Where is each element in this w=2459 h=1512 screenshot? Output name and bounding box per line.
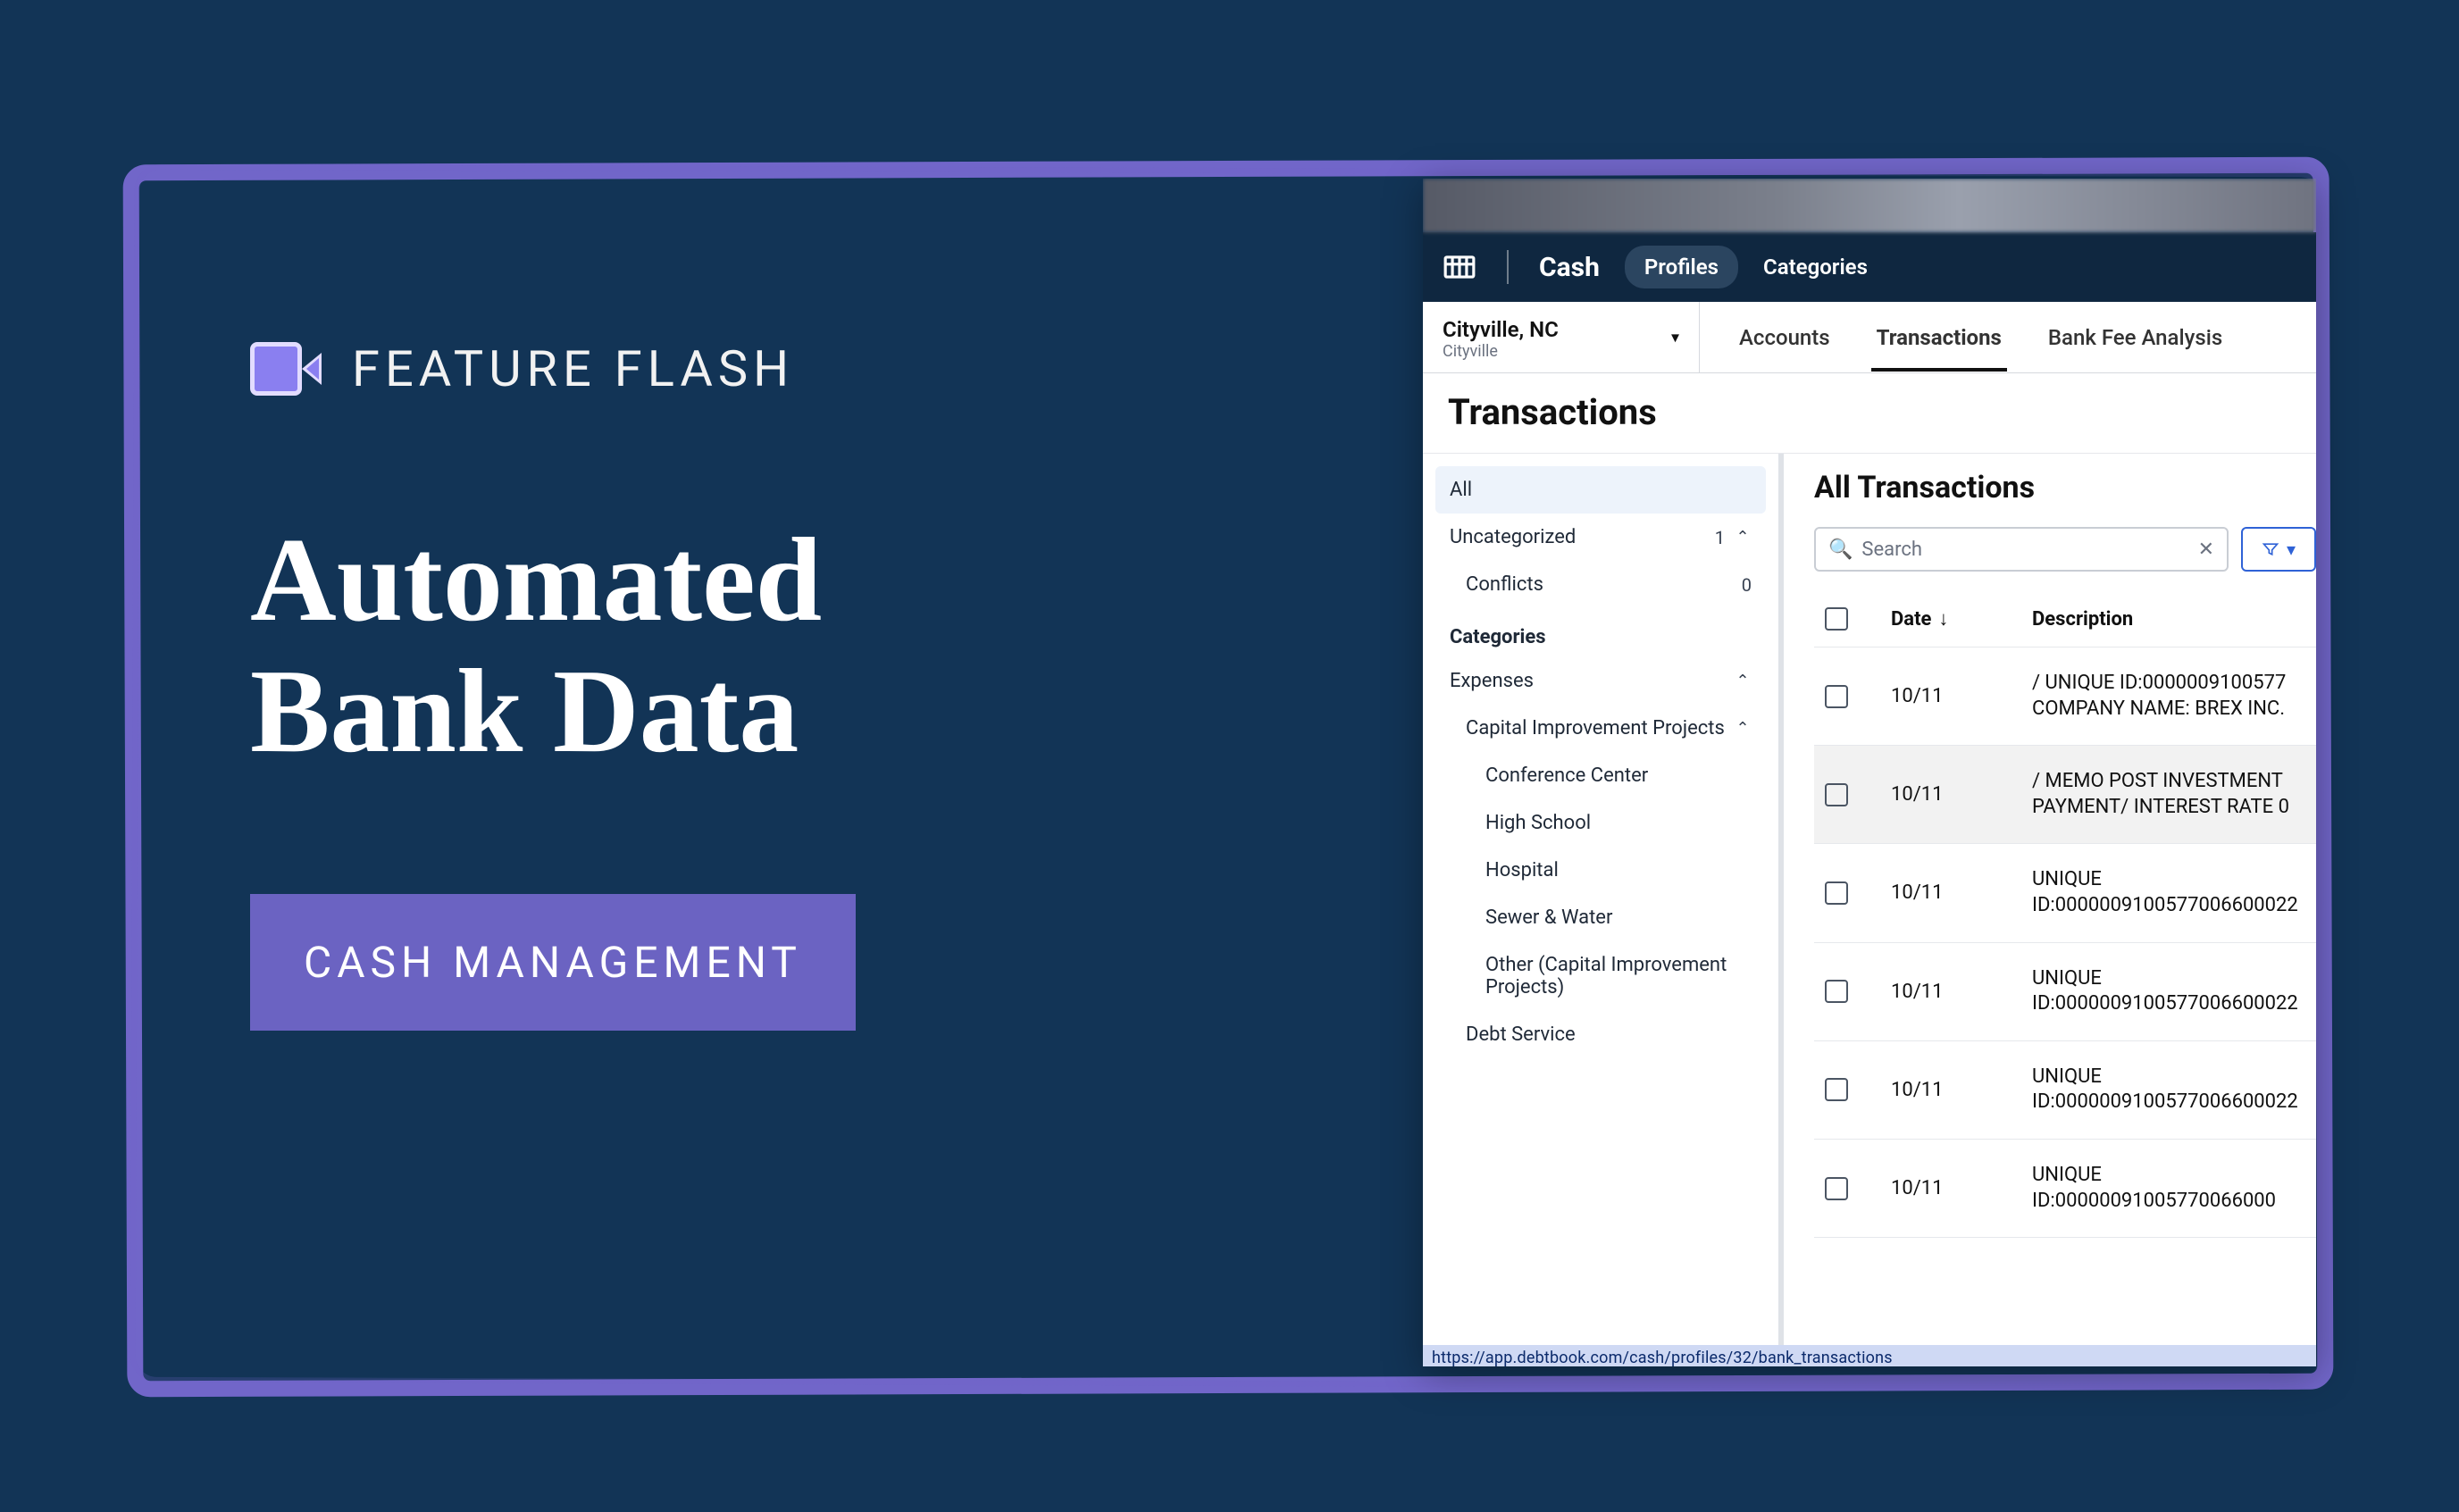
video-icon: [250, 342, 322, 396]
search-icon: 🔍: [1828, 539, 1853, 561]
eyebrow-text: FEATURE FLASH: [352, 339, 794, 398]
caret-down-icon: ▾: [1671, 328, 1679, 347]
cell-description: UNIQUE ID:00000091005770066000: [2032, 1163, 2316, 1214]
search-row: 🔍 Search ✕ ▾: [1814, 527, 2316, 572]
sidebar-item-conflicts[interactable]: Conflicts 0: [1435, 561, 1766, 608]
sidebar-item-expenses[interactable]: Expenses ⌃: [1435, 657, 1766, 705]
app-topbar: Cash Profiles Categories: [1423, 232, 2316, 302]
sidebar-item-high-school[interactable]: High School: [1435, 799, 1766, 847]
sidebar-heading-categories: Categories: [1435, 608, 1766, 657]
promo-panel: FEATURE FLASH Automated Bank Data CASH M…: [250, 339, 1233, 1031]
tab-accounts[interactable]: Accounts: [1736, 304, 1834, 372]
cell-date: 10/11: [1891, 981, 1989, 1003]
category-pill: CASH MANAGEMENT: [250, 894, 856, 1031]
sidebar-item-label: Capital Improvement Projects: [1466, 717, 1725, 739]
sort-down-icon: ↓: [1938, 607, 1948, 631]
search-placeholder: Search: [1861, 539, 2188, 561]
sidebar: All Uncategorized 1 ⌃ Conflicts 0 Catego…: [1423, 454, 1784, 1345]
sidebar-item-count: 0: [1728, 574, 1752, 596]
logo-icon: [1443, 250, 1476, 284]
table-row[interactable]: 10/11 UNIQUE ID:0000009100577006600022: [1814, 844, 2316, 942]
cell-date: 10/11: [1891, 685, 1989, 707]
search-input[interactable]: 🔍 Search ✕: [1814, 527, 2229, 572]
divider: [1507, 250, 1509, 284]
main-panel: All Transactions 🔍 Search ✕ ▾ Date: [1784, 454, 2316, 1345]
sidebar-item-all[interactable]: All: [1435, 466, 1766, 514]
sidebar-item-label: Conflicts: [1466, 573, 1719, 596]
table-row[interactable]: 10/11 / MEMO POST INVESTMENT PAYMENT/ IN…: [1814, 746, 2316, 844]
cell-date: 10/11: [1891, 1079, 1989, 1101]
app-subbar: Cityville, NC Cityville ▾ Accounts Trans…: [1423, 302, 2316, 373]
cell-date: 10/11: [1891, 783, 1989, 806]
caret-down-icon: ▾: [2287, 539, 2296, 560]
headline-line-2: Bank Data: [250, 646, 1233, 777]
tab-transactions[interactable]: Transactions: [1873, 304, 2005, 372]
sidebar-item-label: Uncategorized: [1450, 526, 1693, 548]
nav-categories[interactable]: Categories: [1763, 255, 1868, 280]
select-all-checkbox[interactable]: [1825, 607, 1848, 631]
filter-button[interactable]: ▾: [2241, 527, 2316, 572]
sidebar-item-label: Debt Service: [1466, 1023, 1752, 1046]
org-name: Cityville, NC: [1443, 317, 1683, 342]
cell-description: UNIQUE ID:0000009100577006600022: [2032, 867, 2316, 918]
sidebar-item-cip-other[interactable]: Other (Capital Improvement Projects): [1435, 941, 1766, 1011]
cell-date: 10/11: [1891, 1177, 1989, 1199]
org-selector[interactable]: Cityville, NC Cityville ▾: [1423, 302, 1700, 372]
tab-bank-fee-analysis[interactable]: Bank Fee Analysis: [2045, 304, 2226, 372]
sidebar-item-label: Hospital: [1485, 859, 1752, 881]
eyebrow-row: FEATURE FLASH: [250, 339, 1233, 398]
app-body: All Uncategorized 1 ⌃ Conflicts 0 Catego…: [1423, 454, 2316, 1345]
chevron-up-icon: ⌃: [1734, 672, 1752, 690]
sidebar-item-debt-service[interactable]: Debt Service: [1435, 1011, 1766, 1058]
row-checkbox[interactable]: [1825, 881, 1848, 905]
cell-description: / MEMO POST INVESTMENT PAYMENT/ INTEREST…: [2032, 769, 2316, 820]
row-checkbox[interactable]: [1825, 1078, 1848, 1101]
column-header-date[interactable]: Date ↓: [1891, 607, 1989, 631]
clear-icon[interactable]: ✕: [2198, 539, 2214, 561]
cell-description: UNIQUE ID:0000009100577006600022: [2032, 966, 2316, 1017]
app-name: Cash: [1539, 252, 1600, 283]
status-bar-url: https://app.debtbook.com/cash/profiles/3…: [1423, 1345, 2316, 1366]
sidebar-item-label: Expenses: [1450, 670, 1725, 692]
table-header: Date ↓ Description: [1814, 595, 2316, 647]
row-checkbox[interactable]: [1825, 685, 1848, 708]
sidebar-item-cip[interactable]: Capital Improvement Projects ⌃: [1435, 705, 1766, 752]
table-row[interactable]: 10/11 UNIQUE ID:0000009100577006600022: [1814, 1041, 2316, 1140]
table-row[interactable]: 10/11 UNIQUE ID:0000009100577006600022: [1814, 943, 2316, 1041]
filter-icon: [2262, 540, 2279, 558]
table-row[interactable]: 10/11 UNIQUE ID:00000091005770066000: [1814, 1140, 2316, 1238]
row-checkbox[interactable]: [1825, 783, 1848, 806]
nav-profiles[interactable]: Profiles: [1625, 246, 1738, 288]
sidebar-item-count: 1: [1702, 527, 1725, 548]
app-logo[interactable]: [1443, 250, 1476, 284]
org-subname: Cityville: [1443, 342, 1683, 361]
cell-description: UNIQUE ID:0000009100577006600022: [2032, 1065, 2316, 1115]
headline: Automated Bank Data: [250, 514, 1233, 778]
sidebar-item-sewer-water[interactable]: Sewer & Water: [1435, 894, 1766, 941]
subtabs: Accounts Transactions Bank Fee Analysis: [1700, 302, 2226, 372]
cell-description: / UNIQUE ID:0000009100577 COMPANY NAME: …: [2032, 671, 2316, 722]
sidebar-item-label: Conference Center: [1485, 764, 1752, 787]
headline-line-1: Automated: [250, 514, 1233, 646]
chevron-up-icon: ⌃: [1734, 719, 1752, 738]
sidebar-item-label: High School: [1485, 812, 1752, 834]
chevron-up-icon: ⌃: [1734, 528, 1752, 547]
app-screenshot: Cash Profiles Categories Cityville, NC C…: [1423, 179, 2316, 1366]
row-checkbox[interactable]: [1825, 1177, 1848, 1200]
page-title-bar: Transactions: [1423, 373, 2316, 454]
browser-chrome-blur: [1423, 179, 2316, 232]
sidebar-item-uncategorized[interactable]: Uncategorized 1 ⌃: [1435, 514, 1766, 561]
cell-date: 10/11: [1891, 881, 1989, 904]
column-header-description[interactable]: Description: [2032, 608, 2316, 631]
main-title: All Transactions: [1814, 470, 2316, 505]
row-checkbox[interactable]: [1825, 980, 1848, 1003]
sidebar-item-label: Sewer & Water: [1485, 906, 1752, 929]
column-header-date-label: Date: [1891, 608, 1931, 631]
sidebar-item-label: All: [1450, 479, 1752, 501]
sidebar-item-label: Other (Capital Improvement Projects): [1485, 954, 1752, 998]
sidebar-item-conference-center[interactable]: Conference Center: [1435, 752, 1766, 799]
table-row[interactable]: 10/11 / UNIQUE ID:0000009100577 COMPANY …: [1814, 647, 2316, 746]
sidebar-item-hospital[interactable]: Hospital: [1435, 847, 1766, 894]
page-title: Transactions: [1448, 391, 2291, 433]
